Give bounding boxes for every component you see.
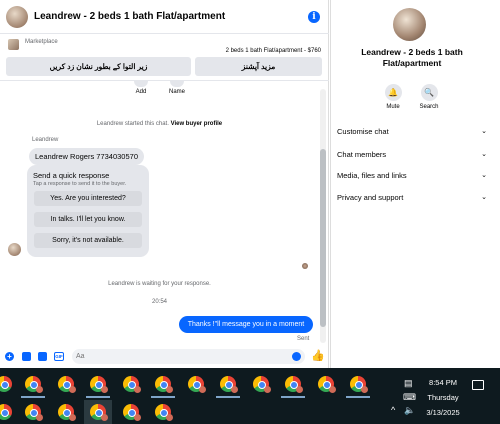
row-label: Chat members	[337, 150, 387, 159]
bell-icon: 🔔	[384, 84, 402, 101]
mute-button[interactable]: 🔔 Mute	[379, 84, 407, 110]
scrollbar-thumb[interactable]	[320, 149, 326, 327]
chevron-down-icon: ⌄	[481, 194, 487, 201]
row-label: Privacy and support	[337, 193, 404, 202]
listing-title[interactable]: 2 beds 1 bath Flat/apartment - $760	[226, 48, 321, 54]
browser-taskbar-icon[interactable]	[253, 376, 271, 393]
chevron-down-icon: ⌄	[481, 151, 487, 158]
mark-pending-button[interactable]: زیر التوا کے بطور نشان زد کریں	[6, 57, 191, 76]
quick-response-option[interactable]: Sorry, it's not available.	[34, 233, 142, 248]
message-timestamp: 20:54	[151, 299, 167, 305]
chevron-up-icon[interactable]: ^	[391, 405, 395, 415]
clock-day[interactable]: Thursday	[418, 393, 468, 402]
search-label: Search	[419, 104, 439, 110]
chevron-down-icon: ⌄	[481, 128, 487, 135]
running-indicator	[21, 396, 45, 398]
chevron-down-icon: ⌄	[481, 172, 487, 179]
chat-header: Leandrew - 2 beds 1 bath Flat/apartment …	[0, 0, 329, 34]
browser-taskbar-icon[interactable]	[188, 376, 206, 393]
gif-icon[interactable]: GIF	[54, 352, 64, 361]
incoming-message[interactable]: Leandrew Rogers 7734030570	[29, 148, 144, 165]
chat-pane: Leandrew - 2 beds 1 bath Flat/apartment …	[0, 0, 329, 368]
browser-taskbar-icon[interactable]	[155, 376, 173, 393]
composer: + GIF 👍	[0, 345, 329, 367]
chat-members-row[interactable]: Chat members ⌄	[337, 150, 487, 159]
name-label: Name	[168, 89, 185, 95]
browser-taskbar-icon[interactable]	[123, 376, 141, 393]
screen: Leandrew - 2 beds 1 bath Flat/apartment …	[0, 0, 500, 424]
add-icon	[134, 81, 148, 87]
photo-icon[interactable]	[22, 352, 31, 361]
browser-taskbar-icon[interactable]	[123, 404, 141, 421]
name-action[interactable]: Name	[162, 81, 192, 95]
chat-started-text: Leandrew started this chat.	[96, 121, 169, 127]
contact-avatar[interactable]	[6, 5, 28, 28]
thumbs-up-icon[interactable]: 👍	[311, 349, 325, 362]
emoji-icon[interactable]	[292, 352, 301, 361]
clock-date[interactable]: 3/13/2025	[418, 408, 468, 417]
mute-label: Mute	[386, 104, 400, 110]
chat-started-notice: Leandrew started this chat. View buyer p…	[0, 121, 319, 127]
notification-icon[interactable]	[472, 380, 484, 390]
browser-taskbar-icon[interactable]	[90, 404, 108, 421]
customise-chat-row[interactable]: Customise chat ⌄	[337, 127, 487, 136]
browser-taskbar-icon[interactable]	[90, 376, 108, 393]
browser-taskbar-icon[interactable]	[25, 376, 43, 393]
browser-taskbar-icon[interactable]	[220, 376, 238, 393]
sticker-icon[interactable]	[38, 352, 47, 361]
seen-indicator-avatar	[302, 263, 308, 269]
browser-taskbar-icon[interactable]	[58, 404, 76, 421]
details-avatar[interactable]	[393, 8, 426, 41]
quick-response-option[interactable]: In talks. I'll let you know.	[34, 212, 142, 227]
browser-taskbar-icon[interactable]	[25, 404, 43, 421]
quick-response-subtitle: Tap a response to send it to the buyer.	[33, 181, 127, 187]
message-input[interactable]	[72, 349, 305, 364]
privacy-support-row[interactable]: Privacy and support ⌄	[337, 193, 487, 202]
marketplace-bar: Marketplace 2 beds 1 bath Flat/apartment…	[0, 34, 329, 81]
name-icon	[170, 81, 184, 87]
network-icon[interactable]: ▤	[404, 378, 413, 389]
media-files-row[interactable]: Media, files and links ⌄	[337, 171, 487, 180]
chat-scrollbar[interactable]	[320, 89, 326, 343]
running-indicator	[216, 396, 240, 398]
volume-icon[interactable]: 🔈	[404, 405, 415, 416]
browser-taskbar-icon[interactable]	[58, 376, 76, 393]
quick-response-option[interactable]: Yes. Are you interested?	[34, 191, 142, 206]
search-icon: 🔍	[420, 84, 438, 101]
browser-taskbar-icon[interactable]	[285, 376, 303, 393]
details-name: Leandrew - 2 beds 1 bath Flat/apartment	[361, 47, 463, 68]
details-pane: Leandrew - 2 beds 1 bath Flat/apartment …	[330, 0, 500, 368]
sent-status: Sent	[297, 336, 310, 342]
row-label: Media, files and links	[337, 171, 407, 180]
outgoing-message[interactable]: Thanks !"ll message you in a moment	[179, 316, 313, 333]
quick-response-title: Send a quick response	[33, 171, 110, 180]
sender-name: Leandrew	[32, 137, 59, 143]
sender-avatar	[8, 243, 21, 256]
view-buyer-profile-link[interactable]: View buyer profile	[171, 121, 223, 127]
message-list: Add Name Leandrew started this chat. Vie…	[0, 81, 329, 345]
row-label: Customise chat	[337, 127, 389, 136]
info-icon[interactable]: i	[308, 11, 320, 23]
browser-taskbar-icon[interactable]	[318, 376, 336, 393]
more-options-button[interactable]: مزید آپشنز	[195, 57, 322, 76]
waiting-notice: Leandrew is waiting for your response.	[108, 281, 211, 287]
clock-time[interactable]: 8:54 PM	[418, 378, 468, 387]
running-indicator	[346, 396, 370, 398]
running-indicator	[281, 396, 305, 398]
browser-taskbar-icon[interactable]	[350, 376, 368, 393]
chat-title[interactable]: Leandrew - 2 beds 1 bath Flat/apartment	[34, 11, 225, 22]
marketplace-label: Marketplace	[25, 39, 58, 45]
search-button[interactable]: 🔍 Search	[415, 84, 443, 110]
keyboard-icon[interactable]: ⌨	[403, 392, 416, 403]
browser-taskbar-icon[interactable]	[155, 404, 173, 421]
add-action[interactable]: Add	[126, 81, 156, 95]
running-indicator	[151, 396, 175, 398]
running-indicator	[86, 396, 110, 398]
add-label: Add	[135, 89, 147, 95]
plus-icon[interactable]: +	[5, 352, 14, 361]
listing-thumbnail[interactable]	[8, 39, 19, 50]
quick-response-card: Send a quick response Tap a response to …	[27, 165, 149, 257]
